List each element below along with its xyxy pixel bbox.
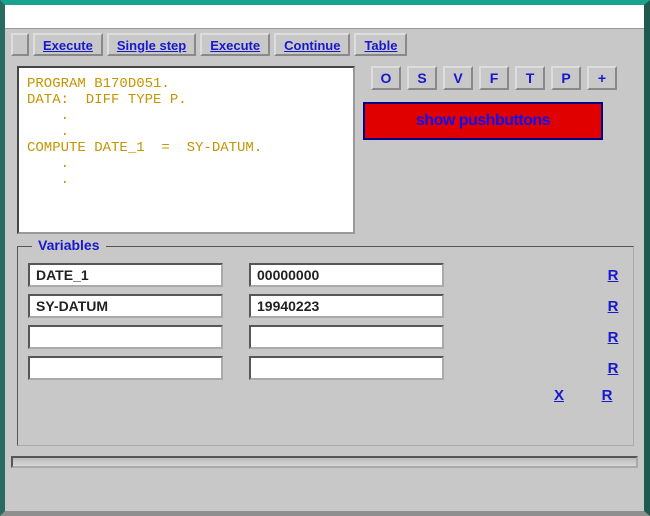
v-button[interactable]: V: [443, 66, 473, 90]
s-button[interactable]: S: [407, 66, 437, 90]
plus-button[interactable]: +: [587, 66, 617, 90]
r-link[interactable]: R: [603, 329, 623, 346]
table-button[interactable]: Table: [354, 33, 407, 56]
var-name-field[interactable]: [28, 325, 223, 349]
p-button[interactable]: P: [551, 66, 581, 90]
run-icon-button[interactable]: [11, 33, 29, 56]
variables-footer: X R: [28, 387, 623, 404]
variables-legend: Variables: [32, 237, 106, 253]
var-value-field[interactable]: 00000000: [249, 263, 444, 287]
variable-row: R: [28, 356, 623, 380]
variable-row: DATE_1 00000000 R: [28, 263, 623, 287]
toolbar: Execute Single step Execute Continue Tab…: [5, 29, 644, 62]
var-value-field[interactable]: 19940223: [249, 294, 444, 318]
right-column: O S V F T P + show pushbuttons: [363, 66, 634, 234]
source-code-panel[interactable]: PROGRAM B170D051. DATA: DIFF TYPE P. . .…: [17, 66, 355, 234]
content-area: PROGRAM B170D051. DATA: DIFF TYPE P. . .…: [5, 62, 644, 238]
var-name-field[interactable]: SY-DATUM: [28, 294, 223, 318]
variables-group: Variables DATE_1 00000000 R SY-DATUM 199…: [17, 246, 634, 446]
continue-button[interactable]: Continue: [274, 33, 350, 56]
var-name-field[interactable]: [28, 356, 223, 380]
execute-button-1[interactable]: Execute: [33, 33, 103, 56]
title-bar: [5, 5, 644, 29]
t-button[interactable]: T: [515, 66, 545, 90]
r-link[interactable]: R: [603, 360, 623, 377]
f-button[interactable]: F: [479, 66, 509, 90]
r-link[interactable]: R: [603, 298, 623, 315]
show-pushbuttons-panel[interactable]: show pushbuttons: [363, 102, 603, 140]
var-value-field[interactable]: [249, 325, 444, 349]
r-link[interactable]: R: [597, 387, 617, 404]
var-value-field[interactable]: [249, 356, 444, 380]
x-link[interactable]: X: [549, 387, 569, 404]
o-button[interactable]: O: [371, 66, 401, 90]
var-name-field[interactable]: DATE_1: [28, 263, 223, 287]
r-link[interactable]: R: [603, 267, 623, 284]
execute-button-2[interactable]: Execute: [200, 33, 270, 56]
debugger-window: Execute Single step Execute Continue Tab…: [0, 0, 650, 516]
status-bar: [11, 456, 638, 468]
view-buttons-row: O S V F T P +: [363, 66, 634, 90]
single-step-button[interactable]: Single step: [107, 33, 196, 56]
variable-row: SY-DATUM 19940223 R: [28, 294, 623, 318]
variable-row: R: [28, 325, 623, 349]
